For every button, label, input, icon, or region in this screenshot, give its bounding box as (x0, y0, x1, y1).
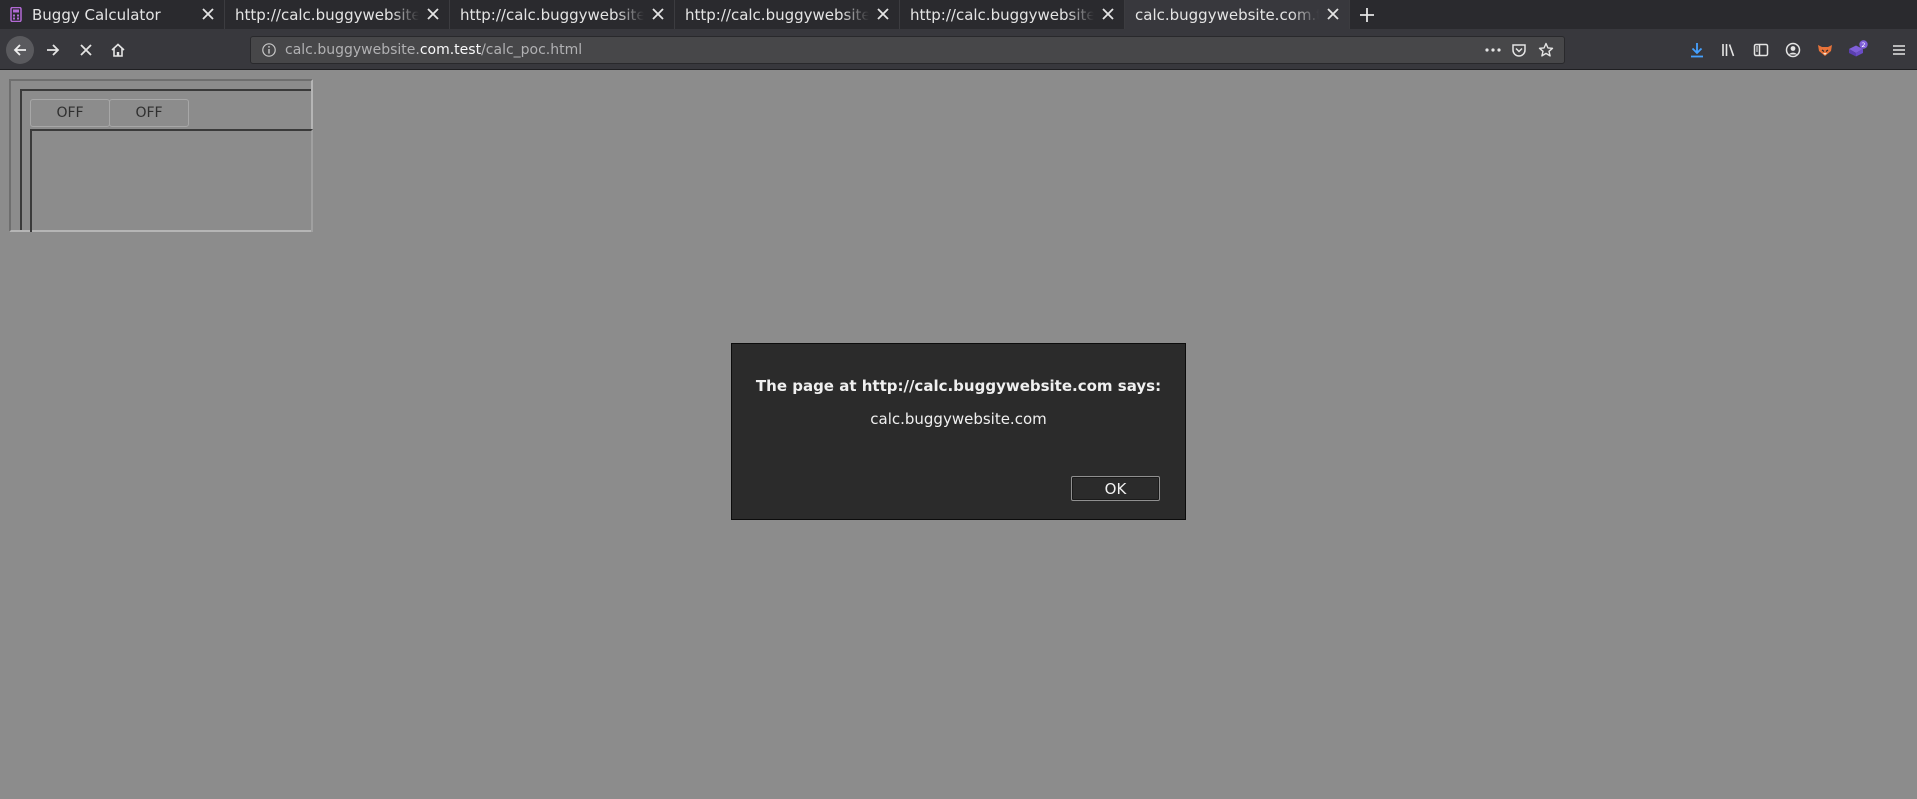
alert-dialog: The page at http://calc.buggywebsite.com… (731, 343, 1186, 520)
sidebar-icon[interactable] (1750, 39, 1772, 61)
alert-heading: The page at http://calc.buggywebsite.com… (755, 377, 1162, 395)
menu-icon[interactable] (1888, 39, 1910, 61)
back-button[interactable] (6, 36, 34, 64)
close-icon[interactable] (200, 6, 216, 22)
account-icon[interactable] (1782, 39, 1804, 61)
downloads-icon[interactable] (1686, 39, 1708, 61)
url-prefix: calc.buggywebsite. (285, 42, 420, 58)
tab-calc-buggywebsite-1[interactable]: http://calc.buggywebsite.com (225, 0, 450, 29)
home-button[interactable] (104, 36, 132, 64)
forward-button[interactable] (39, 36, 67, 64)
info-icon[interactable] (261, 42, 277, 58)
tab-calc-poc[interactable]: calc.buggywebsite.com.test/calc_poc.html (1125, 0, 1350, 29)
tab-title: calc.buggywebsite.com.test/calc_poc.html (1135, 5, 1319, 24)
extension-badge: 2 (1861, 41, 1865, 49)
library-icon[interactable] (1718, 39, 1740, 61)
off-button[interactable]: OFF (109, 99, 189, 127)
close-icon[interactable] (875, 6, 891, 22)
close-icon[interactable] (650, 6, 666, 22)
tab-title: http://calc.buggywebsite.com (910, 5, 1094, 24)
calculator-inner-frame: OFF OFF (20, 89, 313, 232)
pocket-icon[interactable] (1510, 41, 1528, 59)
url-path: /calc_poc.html (481, 42, 583, 58)
extension-puzzle-icon[interactable]: 2 (1846, 39, 1868, 61)
close-icon[interactable] (1100, 6, 1116, 22)
page-content: OFF OFF The page at http://calc.buggyweb… (0, 71, 1917, 799)
stop-icon (80, 44, 92, 56)
star-icon[interactable] (1537, 41, 1555, 59)
tab-title: Buggy Calculator (32, 5, 161, 24)
calculator-frame: OFF OFF (9, 79, 313, 232)
extension-fox-icon[interactable] (1814, 39, 1836, 61)
plus-icon (1360, 7, 1374, 22)
tab-strip: Buggy Calculator http://calc.buggywebsit… (0, 0, 1917, 29)
tab-title: http://calc.buggywebsite.com (685, 5, 869, 24)
tab-title: http://calc.buggywebsite.com (235, 5, 419, 24)
close-icon[interactable] (425, 6, 441, 22)
calculator-display (30, 129, 313, 232)
close-icon[interactable] (1325, 6, 1341, 22)
tab-calc-buggywebsite-4[interactable]: http://calc.buggywebsite.com (900, 0, 1125, 29)
alert-message: calc.buggywebsite.com (870, 410, 1047, 428)
navigation-toolbar: calc.buggywebsite.com.test/calc_poc.html… (0, 29, 1917, 70)
arrow-left-icon (13, 44, 26, 56)
calculator-icon (10, 7, 22, 22)
url-text[interactable]: calc.buggywebsite.com.test/calc_poc.html (285, 37, 582, 63)
url-domain: com.test (419, 42, 482, 58)
tab-title: http://calc.buggywebsite.com (460, 5, 644, 24)
off-button[interactable]: OFF (30, 99, 110, 127)
tab-calc-buggywebsite-2[interactable]: http://calc.buggywebsite.com (450, 0, 675, 29)
url-bar[interactable]: calc.buggywebsite.com.test/calc_poc.html (250, 36, 1565, 64)
new-tab-button[interactable] (1350, 0, 1384, 29)
tab-buggy-calculator[interactable]: Buggy Calculator (0, 0, 225, 29)
home-icon (111, 43, 125, 57)
more-actions-icon[interactable] (1484, 41, 1502, 59)
ok-button[interactable]: OK (1071, 476, 1160, 501)
tab-calc-buggywebsite-3[interactable]: http://calc.buggywebsite.com (675, 0, 900, 29)
arrow-right-icon (47, 44, 60, 56)
stop-button[interactable] (72, 36, 100, 64)
